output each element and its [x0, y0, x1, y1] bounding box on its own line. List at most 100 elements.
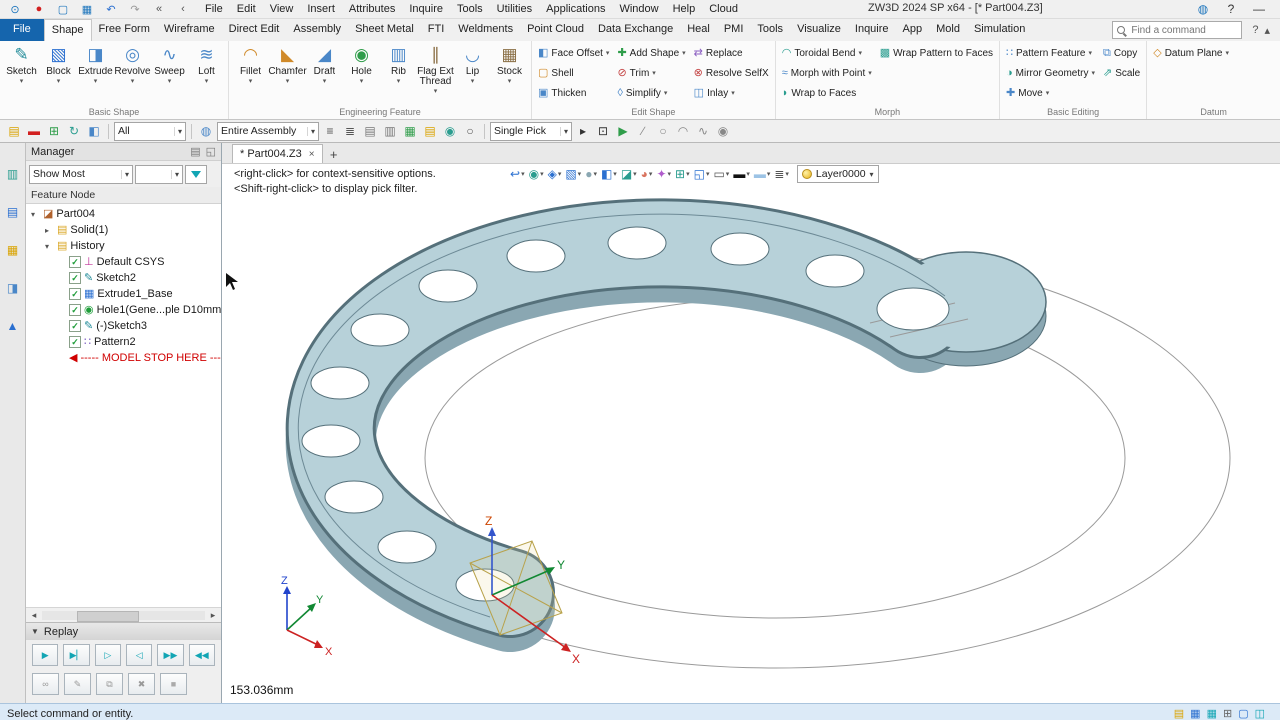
ribbon-tab[interactable]: Assembly — [286, 19, 348, 41]
replay-rewind-button[interactable]: ◀◀ — [188, 644, 215, 666]
pick-mode-combo[interactable]: Single Pick ▾ — [490, 121, 572, 141]
tree-horizontal-scrollbar[interactable]: ◂ ▸ — [26, 607, 221, 622]
rows-view-icon[interactable]: ▥ — [381, 122, 399, 140]
replay-delete-button[interactable]: ✖ — [128, 673, 155, 695]
tree-item[interactable]: ✓ ◉ Hole1(Gene...ple D10mm) — [26, 302, 221, 318]
tree-item[interactable]: ✓ ✎ (-)Sketch3 — [26, 318, 221, 334]
ribbon-tab[interactable]: File — [0, 19, 44, 41]
ribbon-button[interactable]: ◡ Lip ▾ — [454, 43, 491, 85]
menu-item[interactable]: Tools — [450, 2, 490, 16]
hole[interactable] — [301, 424, 361, 458]
expander-icon[interactable]: ▾ — [45, 242, 54, 251]
add-grid-icon[interactable]: ⊞ — [45, 122, 63, 140]
hole[interactable] — [506, 239, 566, 273]
ribbon-small-button[interactable]: ⊗ Resolve SelfX ▾ — [691, 63, 772, 83]
ribbon-small-button[interactable]: ◧ Face Offset ▾ — [535, 43, 612, 63]
ruler-icon[interactable]: ▭ ▾ — [713, 167, 729, 181]
tree-item[interactable]: ✓ ◀ ----- MODEL STOP HERE ----- — [26, 350, 221, 366]
manager-panel-icon[interactable]: ▥ — [4, 165, 22, 183]
hole[interactable] — [805, 254, 865, 288]
tree-item[interactable]: ✓ ✎ Sketch2 — [26, 270, 221, 286]
history-panel-icon[interactable]: ▦ — [4, 241, 22, 259]
view-orient-icon[interactable]: ▧ ▾ — [565, 167, 581, 181]
ribbon-small-button[interactable]: ⇗ Scale ▾ — [1100, 63, 1143, 83]
replay-play-to-button[interactable]: ▷ — [94, 644, 121, 666]
grid-status-icon[interactable]: ⊞ — [1223, 707, 1232, 720]
ribbon-button[interactable]: ◢ Draft ▾ — [306, 43, 343, 85]
find-panel-icon[interactable]: ▲ — [4, 317, 22, 335]
feature-checkbox[interactable]: ✓ — [69, 272, 81, 284]
ribbon-small-button[interactable]: ◑ Mirror Geometry ▾ — [1003, 63, 1098, 83]
ribbon-tab[interactable]: Simulation — [967, 19, 1032, 41]
arc-tool-icon[interactable]: ◠ — [674, 122, 692, 140]
ref-circle-icon[interactable]: ○ — [461, 122, 479, 140]
assembly-panel-icon[interactable]: ▤ — [4, 203, 22, 221]
insert-table-icon[interactable]: ▤ — [5, 122, 23, 140]
ribbon-tab[interactable]: Data Exchange — [591, 19, 680, 41]
hole[interactable] — [418, 269, 478, 303]
minimize-icon[interactable]: — — [1250, 0, 1268, 18]
menu-item[interactable]: Utilities — [490, 2, 539, 16]
snap-circle-icon[interactable]: ◉ — [441, 122, 459, 140]
feature-checkbox[interactable]: ✓ — [69, 336, 81, 348]
ribbon-button[interactable]: ◎ Revolve ▾ — [114, 43, 151, 85]
feature-checkbox[interactable]: ✓ — [69, 304, 81, 316]
hole[interactable] — [876, 287, 950, 331]
hole[interactable] — [324, 480, 384, 514]
display-cube-icon[interactable]: ◧ ▾ — [601, 167, 617, 181]
ribbon-small-button[interactable]: ⇄ Replace ▾ — [691, 43, 772, 63]
ribbon-small-button[interactable]: ∷ Pattern Feature ▾ — [1003, 43, 1098, 63]
hole[interactable] — [310, 366, 370, 400]
filter-funnel-button[interactable] — [185, 164, 207, 184]
panel-status-icon[interactable]: ◫ — [1255, 707, 1265, 720]
ribbon-small-button[interactable]: ▩ Wrap Pattern to Faces ▾ — [877, 43, 996, 63]
feature-checkbox[interactable]: ✓ — [69, 288, 81, 300]
ribbon-small-button[interactable]: ▢ Shell ▾ — [535, 63, 612, 83]
ribbon-button[interactable]: ◠ Fillet ▾ — [232, 43, 269, 85]
ribbon-button[interactable]: ∥ Flag Ext Thread ▾ — [417, 43, 454, 95]
ribbon-button[interactable]: ▦ Stock ▾ — [491, 43, 528, 85]
regen-icon[interactable]: ↻ — [65, 122, 83, 140]
ribbon-tab[interactable]: Tools — [750, 19, 790, 41]
viewport-3d[interactable]: Z Y X Z Y X — [222, 163, 1280, 701]
replay-link-button[interactable]: ∞ — [32, 673, 59, 695]
replay-copy-button[interactable]: ⧉ — [96, 673, 123, 695]
display-filter-icon[interactable]: ◍ — [197, 122, 215, 140]
save-icon[interactable]: ▦ — [78, 0, 96, 18]
ribbon-small-button[interactable]: ◊ Simplify ▾ — [614, 83, 688, 103]
ribbon-collapse-button[interactable]: ▴ — [1264, 24, 1270, 37]
panel-float-icon[interactable]: ◱ — [206, 145, 216, 158]
spline-tool-icon[interactable]: ∿ — [694, 122, 712, 140]
tree-item[interactable]: ✓ ▦ Extrude1_Base — [26, 286, 221, 302]
filter-value-combo[interactable]: ▾ — [135, 164, 183, 184]
ribbon-tab[interactable]: Mold — [929, 19, 967, 41]
ribbon-small-button[interactable]: ◠ Toroidal Bend ▾ — [779, 43, 875, 63]
scroll-right-icon[interactable]: ▸ — [207, 610, 219, 621]
ribbon-tab[interactable]: Sheet Metal — [348, 19, 421, 41]
ribbon-button[interactable]: ◉ Hole ▾ — [343, 43, 380, 85]
slash-tool-icon[interactable]: ∕ — [634, 122, 652, 140]
ribbon-tab[interactable]: PMI — [717, 19, 751, 41]
back-icon[interactable]: ‹ — [174, 0, 192, 18]
expander-icon[interactable]: ▸ — [45, 226, 54, 235]
shade-mode-icon[interactable]: ● ▾ — [585, 167, 597, 181]
replay-fast-forward-button[interactable]: ▶▶ — [157, 644, 184, 666]
menu-item[interactable]: Edit — [230, 2, 263, 16]
ribbon-help-button[interactable]: ? — [1252, 24, 1258, 36]
panel-list-icon[interactable]: ▤ — [190, 145, 200, 158]
erase-icon[interactable]: ▬ — [25, 122, 43, 140]
new-document-tab-button[interactable]: + — [326, 147, 342, 163]
iso-view-icon[interactable]: ◈ ▾ — [548, 167, 562, 181]
network-icon[interactable]: ◍ — [1194, 0, 1212, 18]
blue-swatch-icon[interactable]: ▬ ▾ — [754, 167, 771, 181]
ribbon-tab[interactable]: Heal — [680, 19, 717, 41]
ribbon-button[interactable]: ◨ Extrude ▾ — [77, 43, 114, 85]
move-face-icon[interactable]: ✦ ▾ — [656, 167, 671, 181]
graphics-area[interactable]: * Part004.Z3 × + Z Y X Z Y X <right-clic… — [222, 143, 1280, 703]
ribbon-small-button[interactable]: ✚ Add Shape ▾ — [614, 43, 688, 63]
show-filter-combo[interactable]: Show Most ▾ — [29, 164, 133, 184]
ribbon-button[interactable]: ◣ Chamfer ▾ — [268, 43, 306, 85]
eye-icon[interactable]: ◉ ▾ — [529, 167, 544, 181]
scope-combo[interactable]: Entire Assembly ▾ — [217, 121, 319, 141]
menu-item[interactable]: Attributes — [342, 2, 402, 16]
